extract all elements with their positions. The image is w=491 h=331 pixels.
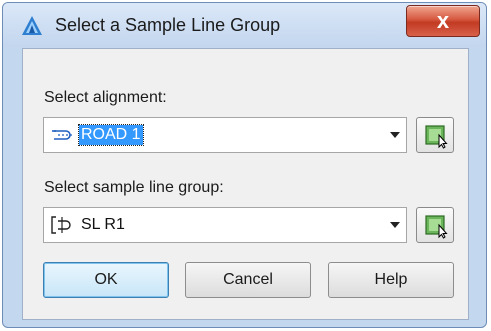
chevron-down-icon[interactable] [390, 222, 400, 228]
dialog-body: Select alignment: ROAD 1 Select sample l… [22, 48, 469, 320]
pick-sample-line-group-button[interactable] [416, 207, 454, 243]
ok-button[interactable]: OK [43, 262, 169, 298]
sample-line-group-icon [51, 216, 71, 234]
chevron-down-icon[interactable] [390, 132, 400, 138]
cancel-button[interactable]: Cancel [185, 262, 311, 298]
dialog-title: Select a Sample Line Group [55, 15, 281, 35]
pick-from-drawing-icon [425, 215, 448, 239]
alignment-icon [52, 130, 72, 140]
close-button[interactable]: x [406, 5, 480, 37]
help-button[interactable]: Help [328, 262, 454, 298]
pick-alignment-button[interactable] [416, 117, 454, 153]
alignment-label: Select alignment: [44, 89, 167, 106]
title-bar[interactable]: Select a Sample Line Group x [3, 3, 486, 47]
sample-line-group-label: Select sample line group: [44, 179, 224, 196]
dialog-window: Select a Sample Line Group x Select alig… [2, 2, 487, 328]
alignment-value: ROAD 1 [78, 124, 144, 146]
sample-line-group-combobox[interactable]: SL R1 [43, 207, 407, 243]
alignment-combobox[interactable]: ROAD 1 [43, 117, 407, 153]
sample-line-group-value: SL R1 [81, 216, 125, 233]
pick-from-drawing-icon [425, 125, 448, 149]
autodesk-civil3d-icon [22, 16, 42, 35]
